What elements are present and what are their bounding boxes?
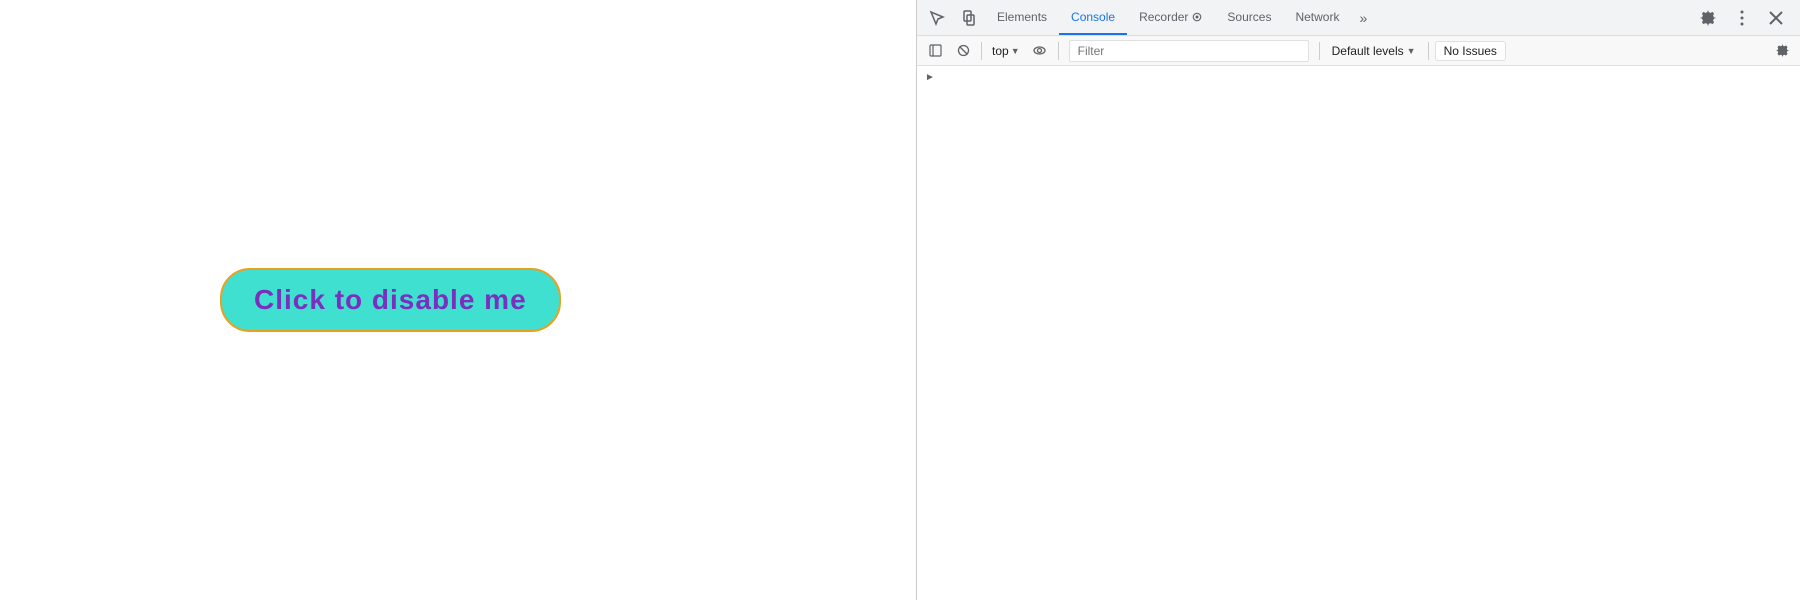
devtools-panel: Elements Console Recorder Sources Networ… xyxy=(916,0,1800,600)
tab-sources[interactable]: Sources xyxy=(1215,0,1283,35)
console-sidebar-toggle[interactable] xyxy=(923,39,947,63)
toolbar-separator-3 xyxy=(1319,42,1320,60)
disable-me-button[interactable]: Click to disable me xyxy=(220,268,561,332)
default-levels-dropdown[interactable]: Default levels ▼ xyxy=(1326,42,1422,60)
tab-console[interactable]: Console xyxy=(1059,0,1127,35)
clear-console-icon[interactable] xyxy=(951,39,975,63)
tab-network[interactable]: Network xyxy=(1283,0,1351,35)
no-issues-label: No Issues xyxy=(1444,44,1497,58)
devtools-settings-icon[interactable] xyxy=(1692,0,1724,36)
toolbar-separator-1 xyxy=(981,42,982,60)
close-devtools-icon[interactable] xyxy=(1760,0,1792,36)
console-expand-row[interactable]: ► xyxy=(917,70,1800,85)
toolbar-separator-2 xyxy=(1058,42,1059,60)
devtools-top-right xyxy=(1692,0,1796,35)
more-tabs-button[interactable]: » xyxy=(1351,0,1375,35)
console-settings-icon[interactable] xyxy=(1770,39,1794,63)
tab-recorder[interactable]: Recorder xyxy=(1127,0,1215,35)
console-filter-input[interactable] xyxy=(1069,40,1309,62)
webpage-content: Click to disable me xyxy=(0,0,916,600)
context-dropdown[interactable]: top ▼ xyxy=(988,42,1024,60)
device-toggle-icon[interactable] xyxy=(953,0,985,36)
toolbar-separator-4 xyxy=(1428,42,1429,60)
chevron-right-icon: ► xyxy=(925,72,935,83)
console-content: ► xyxy=(917,66,1800,600)
context-dropdown-arrow: ▼ xyxy=(1011,46,1020,56)
no-issues-button[interactable]: No Issues xyxy=(1435,41,1506,61)
levels-arrow-icon: ▼ xyxy=(1407,46,1416,56)
context-label: top xyxy=(992,44,1009,58)
devtools-topbar: Elements Console Recorder Sources Networ… xyxy=(917,0,1800,36)
devtools-more-options-icon[interactable] xyxy=(1726,0,1758,36)
eye-icon[interactable] xyxy=(1028,39,1052,63)
tab-elements[interactable]: Elements xyxy=(985,0,1059,35)
inspect-element-icon[interactable] xyxy=(921,0,953,36)
console-toolbar: top ▼ Default levels ▼ No Issues xyxy=(917,36,1800,66)
devtools-tabs: Elements Console Recorder Sources Networ… xyxy=(985,0,1692,35)
